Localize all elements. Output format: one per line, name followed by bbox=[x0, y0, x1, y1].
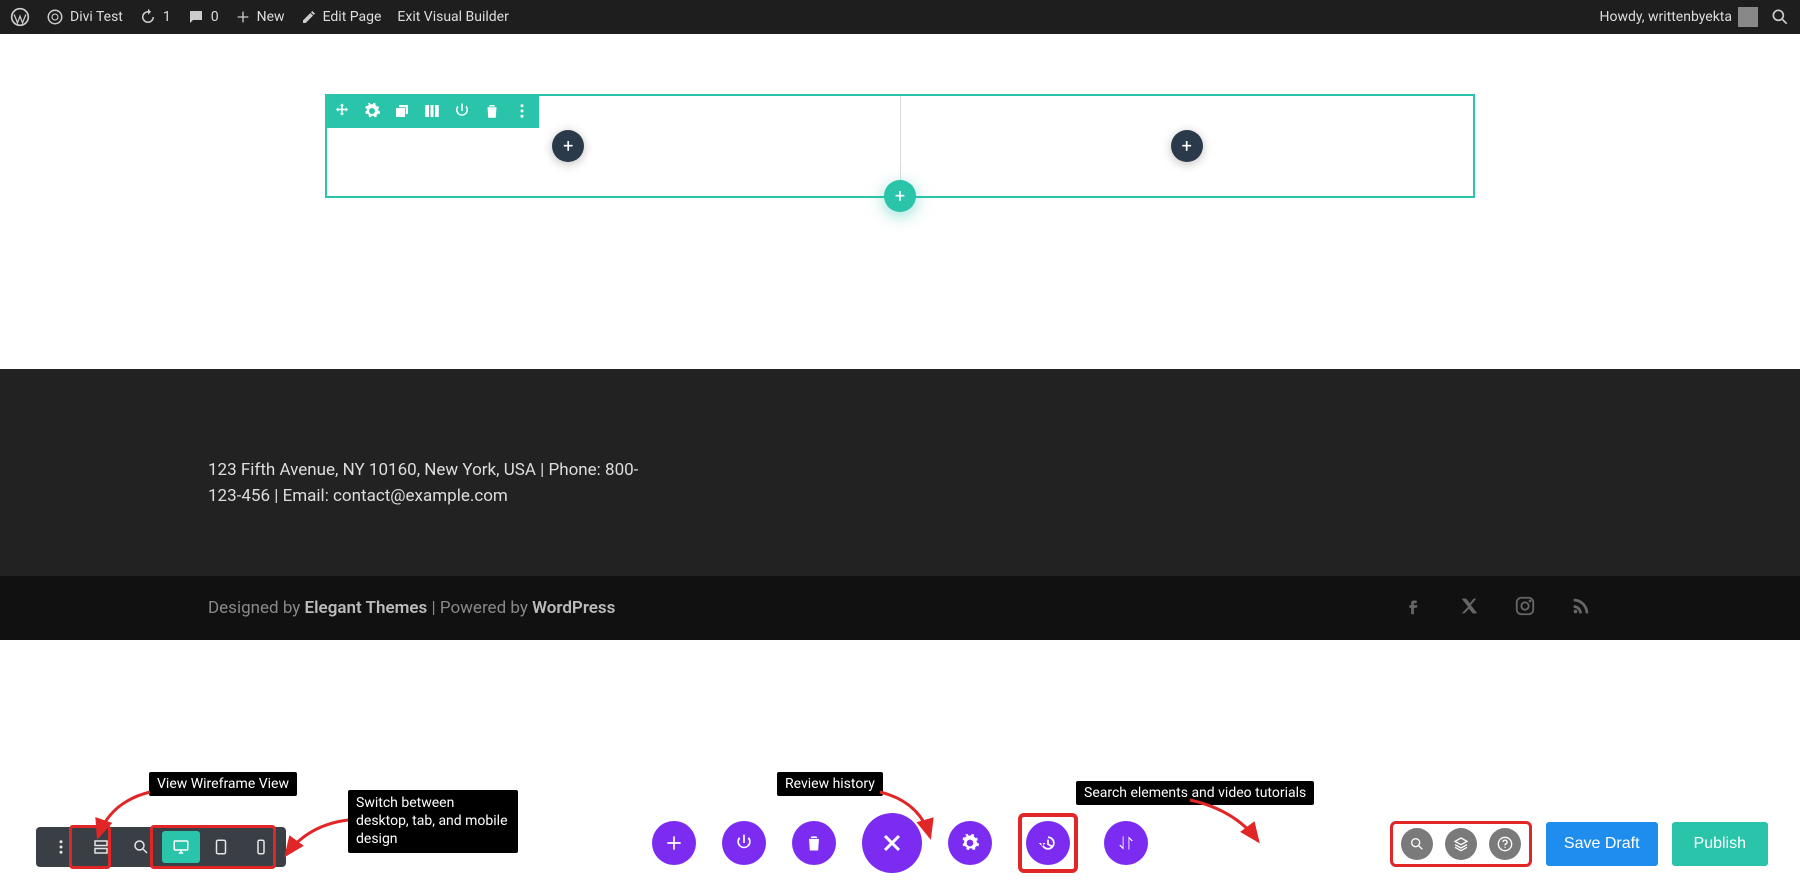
elegant-themes-link[interactable]: Elegant Themes bbox=[305, 598, 428, 618]
new-label: New bbox=[257, 9, 285, 25]
rss-icon[interactable] bbox=[1570, 595, 1592, 622]
sort-button[interactable] bbox=[1104, 821, 1148, 865]
divi-section[interactable]: + + + bbox=[325, 94, 1475, 198]
annotation-arrow bbox=[278, 815, 358, 865]
add-button[interactable] bbox=[652, 821, 696, 865]
howdy-user[interactable]: Howdy, writtenbyekta bbox=[1599, 7, 1758, 27]
wordpress-logo-icon[interactable] bbox=[10, 7, 30, 27]
updates-menu[interactable]: 1 bbox=[139, 8, 171, 26]
x-icon[interactable] bbox=[1458, 595, 1480, 622]
trash-button[interactable] bbox=[792, 821, 836, 865]
view-mode-dock bbox=[36, 827, 286, 867]
admin-bar-left: Divi Test 1 0 New Edit Page Exit Visual … bbox=[10, 7, 509, 27]
add-module-button[interactable]: + bbox=[1171, 130, 1203, 162]
help-button[interactable] bbox=[1489, 828, 1521, 860]
annotation-highlight bbox=[1390, 821, 1532, 867]
site-menu[interactable]: Divi Test bbox=[46, 8, 123, 26]
search-elements-button[interactable] bbox=[1401, 828, 1433, 860]
add-section-button[interactable]: + bbox=[884, 180, 916, 212]
layers-button[interactable] bbox=[1445, 828, 1477, 860]
tablet-view-button[interactable] bbox=[202, 831, 240, 863]
annotation-tooltip: Review history bbox=[777, 772, 883, 796]
new-menu[interactable]: New bbox=[235, 9, 285, 25]
zoom-view-button[interactable] bbox=[122, 831, 160, 863]
facebook-icon[interactable] bbox=[1402, 595, 1424, 622]
avatar bbox=[1738, 7, 1758, 27]
footer-credits: Designed by Elegant Themes | Powered by … bbox=[208, 598, 615, 618]
updates-count: 1 bbox=[163, 9, 171, 25]
dock-more-icon[interactable] bbox=[42, 831, 80, 863]
wordpress-link[interactable]: WordPress bbox=[532, 598, 615, 618]
mobile-view-button[interactable] bbox=[242, 831, 280, 863]
annotation-tooltip: Search elements and video tutorials bbox=[1076, 781, 1314, 805]
publish-button[interactable]: Publish bbox=[1672, 822, 1768, 866]
column-2[interactable]: + bbox=[900, 96, 1474, 196]
desktop-view-button[interactable] bbox=[162, 831, 200, 863]
history-button[interactable] bbox=[1026, 821, 1070, 865]
edit-page-menu[interactable]: Edit Page bbox=[301, 9, 382, 25]
close-builder-button[interactable] bbox=[862, 813, 922, 873]
social-links bbox=[1402, 595, 1592, 622]
builder-canvas: + + + bbox=[0, 34, 1800, 369]
edit-page-label: Edit Page bbox=[323, 9, 382, 25]
admin-bar-right: Howdy, writtenbyekta bbox=[1599, 7, 1790, 27]
footer-bottom: Designed by Elegant Themes | Powered by … bbox=[0, 576, 1800, 640]
column-1[interactable]: + bbox=[327, 96, 900, 196]
wireframe-view-button[interactable] bbox=[82, 831, 120, 863]
comments-menu[interactable]: 0 bbox=[187, 8, 219, 26]
instagram-icon[interactable] bbox=[1514, 595, 1536, 622]
wp-admin-bar: Divi Test 1 0 New Edit Page Exit Visual … bbox=[0, 0, 1800, 34]
power-button[interactable] bbox=[722, 821, 766, 865]
save-draft-button[interactable]: Save Draft bbox=[1546, 822, 1658, 866]
builder-bottom-bar: Save Draft Publish View Wireframe View S… bbox=[0, 775, 1800, 885]
footer-address: 123 Fifth Avenue, NY 10160, New York, US… bbox=[208, 457, 648, 510]
site-title: Divi Test bbox=[70, 9, 123, 25]
settings-button[interactable] bbox=[948, 821, 992, 865]
add-module-button[interactable]: + bbox=[552, 130, 584, 162]
builder-center-actions bbox=[652, 813, 1148, 873]
builder-right-actions: Save Draft Publish bbox=[1390, 821, 1768, 867]
annotation-tooltip: Switch between desktop, tab, and mobile … bbox=[348, 790, 518, 853]
page-footer: 123 Fifth Avenue, NY 10160, New York, US… bbox=[0, 369, 1800, 576]
search-icon[interactable] bbox=[1770, 7, 1790, 27]
annotation-highlight bbox=[1018, 813, 1078, 873]
annotation-tooltip: View Wireframe View bbox=[149, 772, 297, 796]
exit-visual-builder[interactable]: Exit Visual Builder bbox=[397, 9, 508, 25]
comments-count: 0 bbox=[211, 9, 219, 25]
